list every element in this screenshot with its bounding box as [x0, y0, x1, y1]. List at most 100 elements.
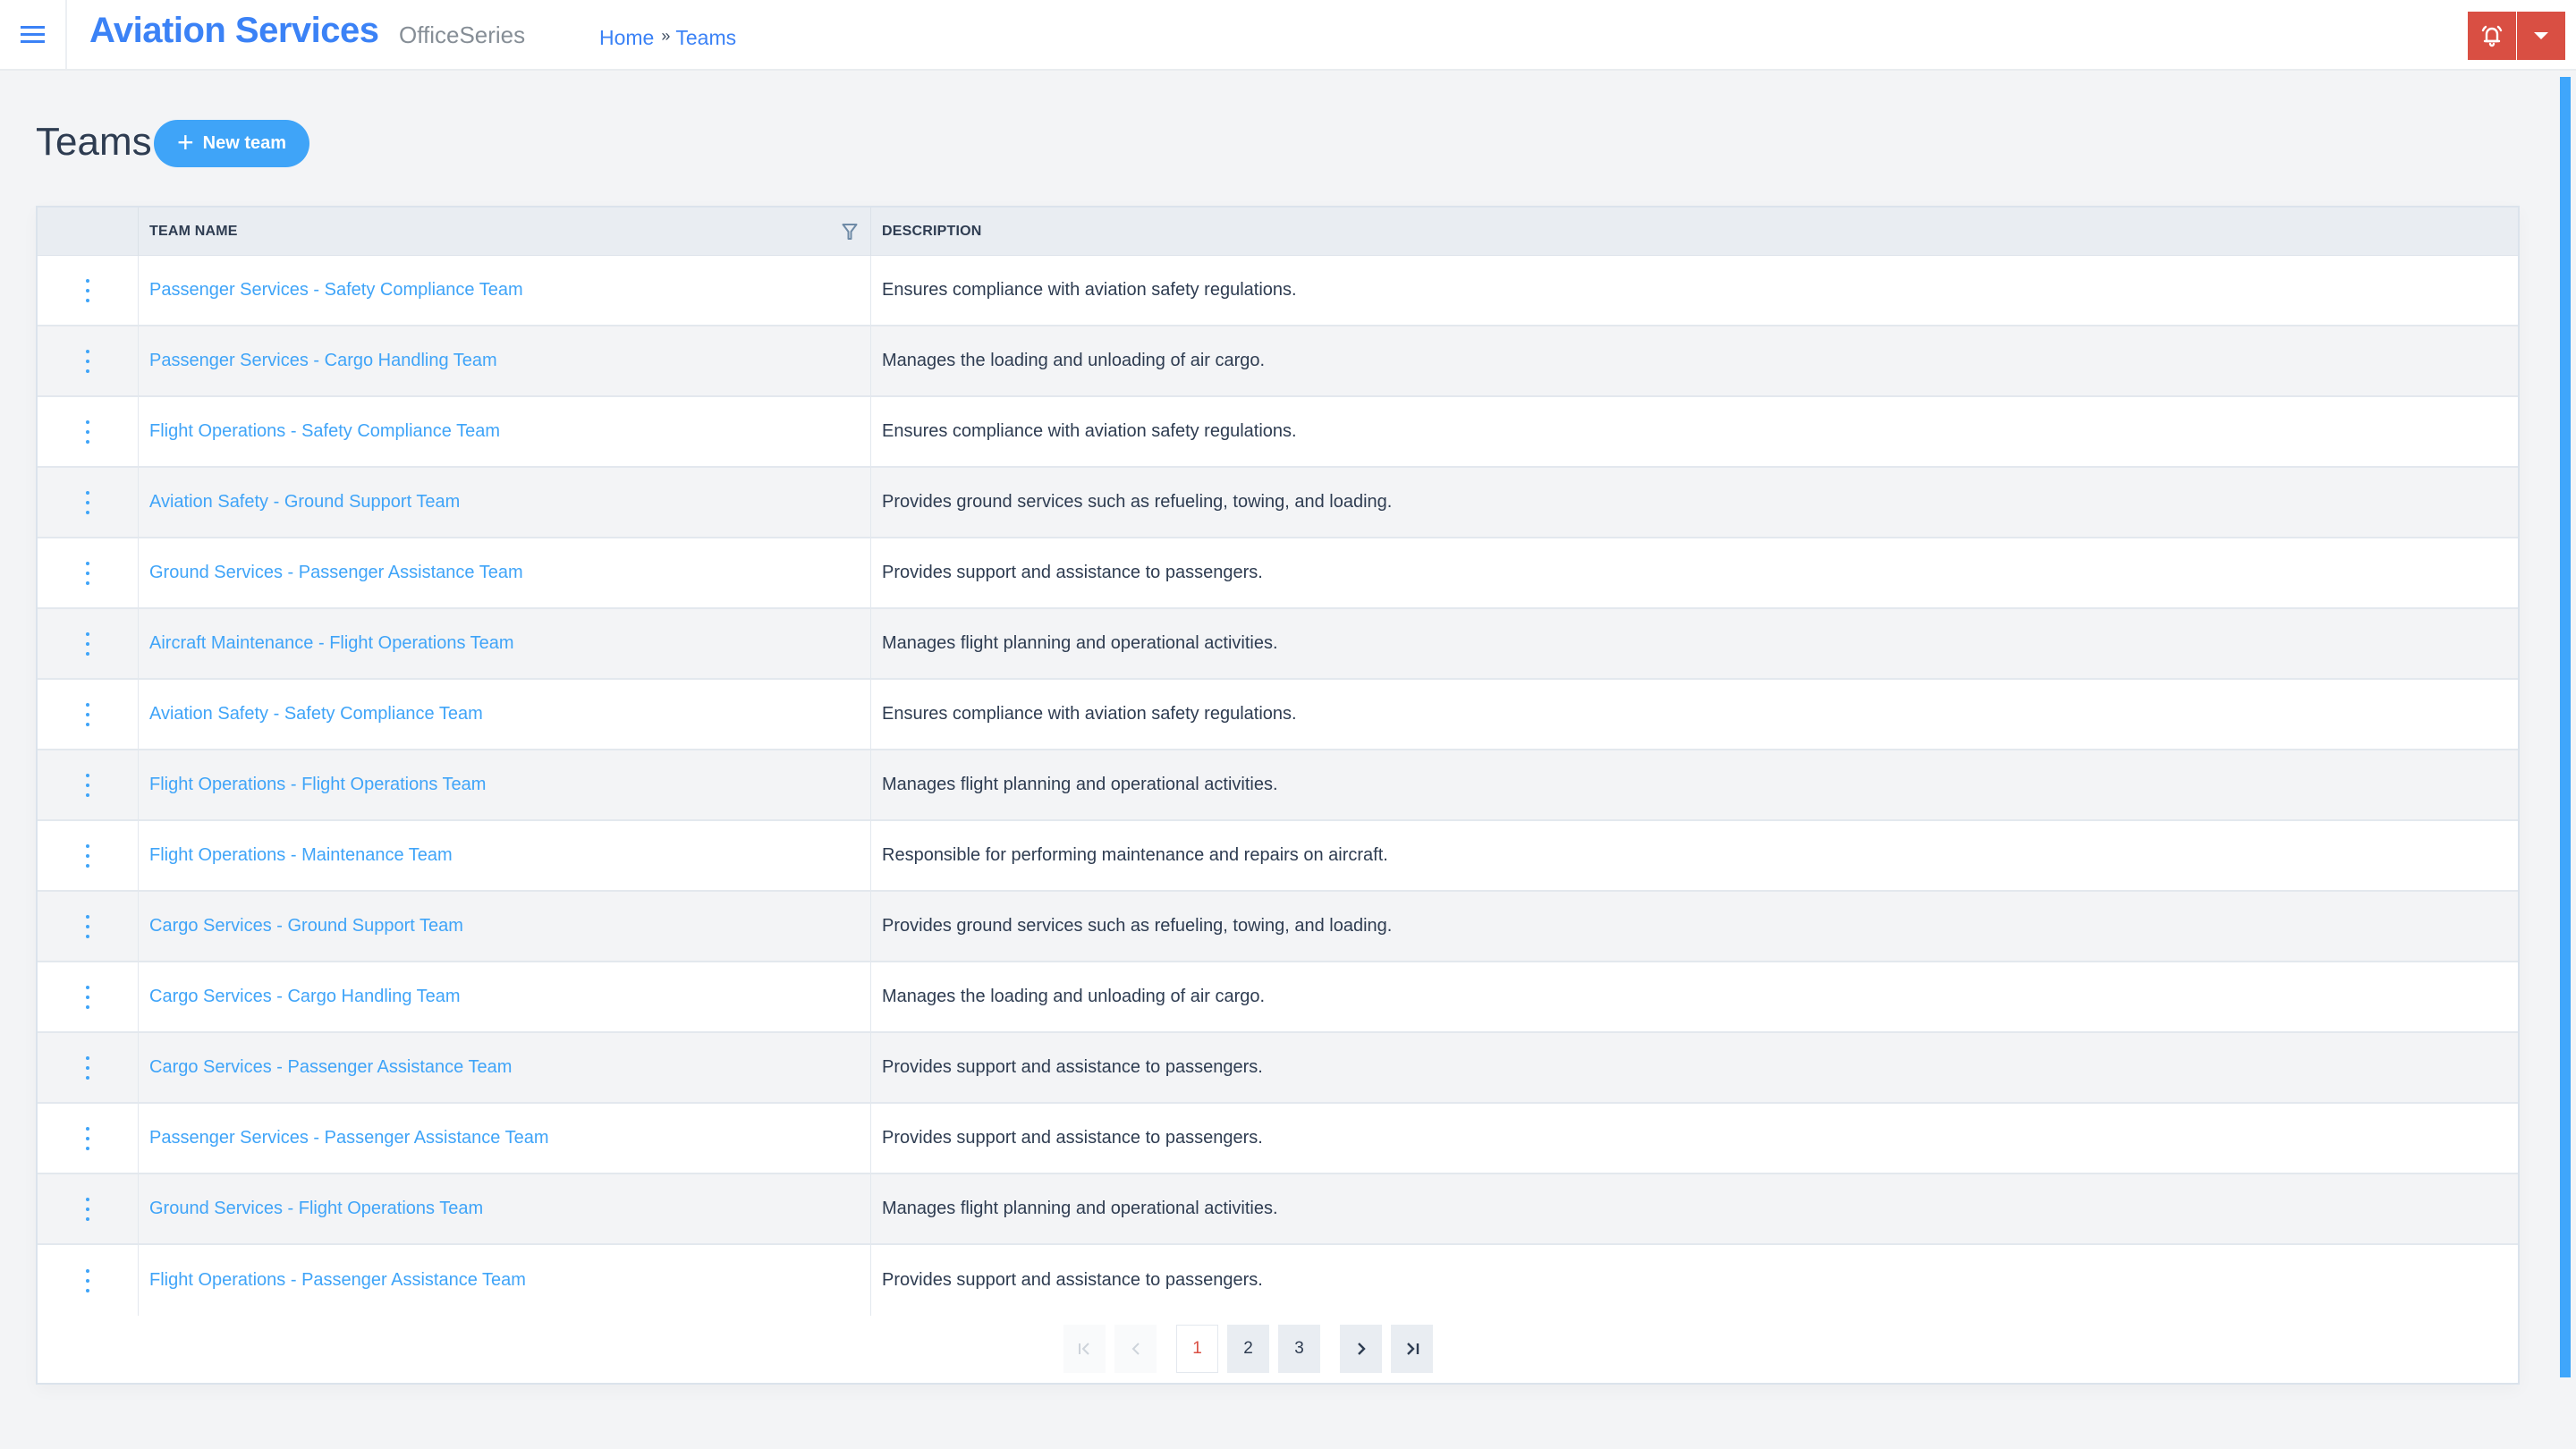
team-name-cell: Aviation Safety - Safety Compliance Team: [139, 680, 871, 749]
column-header-team-name-label: TEAM NAME: [149, 224, 238, 239]
team-description-cell: Ensures compliance with aviation safety …: [882, 421, 1297, 441]
team-name-cell: Cargo Services - Cargo Handling Team: [139, 962, 871, 1031]
page-button-3[interactable]: 3: [1278, 1325, 1320, 1373]
kebab-menu-icon[interactable]: [81, 631, 94, 656]
team-description-cell: Manages the loading and unloading of air…: [882, 351, 1266, 370]
row-actions-cell: [38, 326, 139, 395]
row-actions-cell: [38, 468, 139, 537]
row-actions-cell: [38, 1033, 139, 1102]
last-page-button[interactable]: [1391, 1325, 1433, 1373]
column-header-description-label: DESCRIPTION: [882, 224, 982, 239]
alerts-button[interactable]: [2468, 12, 2516, 60]
breadcrumb-separator: »: [661, 27, 671, 45]
team-description-cell: Manages flight planning and operational …: [882, 633, 1278, 653]
team-description-cell: Provides support and assistance to passe…: [882, 563, 1263, 582]
row-actions-cell: [38, 962, 139, 1031]
team-name-link[interactable]: Flight Operations - Passenger Assistance…: [149, 1270, 526, 1291]
next-page-icon: [1357, 1343, 1366, 1355]
team-name-link[interactable]: Flight Operations - Flight Operations Te…: [149, 775, 486, 795]
kebab-menu-icon[interactable]: [81, 349, 94, 373]
first-page-button[interactable]: [1063, 1325, 1106, 1373]
page-title: Teams: [36, 120, 152, 164]
table-row: Aviation Safety - Ground Support Team Pro…: [38, 468, 2518, 538]
team-name-link[interactable]: Passenger Services - Passenger Assistanc…: [149, 1128, 549, 1148]
column-header-team-name[interactable]: TEAM NAME: [139, 208, 871, 256]
team-name-link[interactable]: Ground Services - Passenger Assistance T…: [149, 563, 523, 583]
kebab-menu-icon[interactable]: [81, 419, 94, 444]
team-name-link[interactable]: Cargo Services - Passenger Assistance Te…: [149, 1057, 512, 1078]
row-actions-cell: [38, 256, 139, 325]
kebab-menu-icon[interactable]: [81, 702, 94, 726]
team-name-link[interactable]: Passenger Services - Cargo Handling Team: [149, 351, 497, 371]
team-name-cell: Flight Operations - Passenger Assistance…: [139, 1245, 871, 1316]
next-page-button[interactable]: [1340, 1325, 1382, 1373]
table-row: Ground Services - Passenger Assistance T…: [38, 538, 2518, 609]
menu-button[interactable]: [0, 0, 67, 69]
table-row: Aviation Safety - Safety Compliance Team…: [38, 680, 2518, 750]
bell-alert-icon: [2481, 25, 2503, 47]
team-name-cell: Flight Operations - Maintenance Team: [139, 821, 871, 890]
kebab-menu-icon[interactable]: [81, 278, 94, 302]
app-title[interactable]: Aviation Services: [89, 11, 379, 51]
team-description-cell: Provides support and assistance to passe…: [882, 1128, 1263, 1148]
team-name-link[interactable]: Flight Operations - Safety Compliance Te…: [149, 421, 500, 442]
top-bar: Aviation Services OfficeSeries Home » Te…: [0, 0, 2576, 71]
new-team-button[interactable]: + New team: [154, 120, 309, 167]
kebab-menu-icon[interactable]: [81, 985, 94, 1009]
table-row: Cargo Services - Passenger Assistance Te…: [38, 1033, 2518, 1104]
team-name-link[interactable]: Passenger Services - Safety Compliance T…: [149, 280, 523, 301]
kebab-menu-icon[interactable]: [81, 490, 94, 514]
kebab-menu-icon[interactable]: [81, 1197, 94, 1221]
alerts-dropdown-button[interactable]: [2517, 12, 2565, 60]
row-actions-cell: [38, 750, 139, 819]
alert-button-group: [2468, 12, 2565, 60]
table-body: Passenger Services - Safety Compliance T…: [38, 256, 2518, 1316]
team-name-link[interactable]: Cargo Services - Ground Support Team: [149, 916, 463, 936]
kebab-menu-icon[interactable]: [81, 1126, 94, 1150]
team-name-link[interactable]: Aviation Safety - Safety Compliance Team: [149, 704, 483, 724]
team-description-cell: Manages the loading and unloading of air…: [882, 987, 1266, 1006]
page-button-2[interactable]: 2: [1227, 1325, 1269, 1373]
page-button-1[interactable]: 1: [1176, 1325, 1218, 1373]
team-name-link[interactable]: Aviation Safety - Ground Support Team: [149, 492, 460, 513]
kebab-menu-icon[interactable]: [81, 1055, 94, 1080]
table-row: Passenger Services - Safety Compliance T…: [38, 256, 2518, 326]
column-header-description[interactable]: DESCRIPTION: [871, 208, 2518, 256]
team-description-cell: Provides ground services such as refueli…: [882, 492, 1393, 512]
kebab-menu-icon[interactable]: [81, 561, 94, 585]
app-subtitle: OfficeSeries: [399, 21, 526, 48]
table-row: Aircraft Maintenance - Flight Operations…: [38, 609, 2518, 680]
team-name-cell: Passenger Services - Safety Compliance T…: [139, 256, 871, 325]
team-name-cell: Aviation Safety - Ground Support Team: [139, 468, 871, 537]
team-name-cell: Passenger Services - Cargo Handling Team: [139, 326, 871, 395]
row-actions-cell: [38, 1245, 139, 1316]
team-name-cell: Cargo Services - Passenger Assistance Te…: [139, 1033, 871, 1102]
row-actions-cell: [38, 821, 139, 890]
team-name-link[interactable]: Flight Operations - Maintenance Team: [149, 845, 453, 866]
prev-page-button[interactable]: [1114, 1325, 1157, 1373]
plus-icon: +: [176, 125, 194, 158]
team-name-cell: Flight Operations - Flight Operations Te…: [139, 750, 871, 819]
team-name-link[interactable]: Cargo Services - Cargo Handling Team: [149, 987, 461, 1007]
row-actions-cell: [38, 680, 139, 749]
table-row: Cargo Services - Ground Support Team Prov…: [38, 892, 2518, 962]
breadcrumb-home[interactable]: Home: [599, 26, 654, 50]
filter-icon[interactable]: [842, 223, 858, 241]
kebab-menu-icon[interactable]: [81, 1268, 94, 1292]
row-actions-cell: [38, 1174, 139, 1243]
kebab-menu-icon[interactable]: [81, 914, 94, 938]
team-description-cell: Manages flight planning and operational …: [882, 775, 1278, 794]
table-row: Flight Operations - Maintenance Team Resp…: [38, 821, 2518, 892]
team-name-link[interactable]: Aircraft Maintenance - Flight Operations…: [149, 633, 514, 654]
breadcrumb-teams[interactable]: Teams: [675, 26, 736, 50]
breadcrumb: Home » Teams: [599, 26, 736, 50]
kebab-menu-icon[interactable]: [81, 773, 94, 797]
row-actions-cell: [38, 892, 139, 961]
caret-down-icon: [2534, 32, 2548, 39]
page-scrollbar[interactable]: [2560, 77, 2571, 1377]
team-name-link[interactable]: Ground Services - Flight Operations Team: [149, 1199, 483, 1219]
team-description-cell: Responsible for performing maintenance a…: [882, 845, 1388, 865]
team-name-cell: Flight Operations - Safety Compliance Te…: [139, 397, 871, 466]
first-page-icon: [1078, 1343, 1089, 1355]
kebab-menu-icon[interactable]: [81, 843, 94, 868]
